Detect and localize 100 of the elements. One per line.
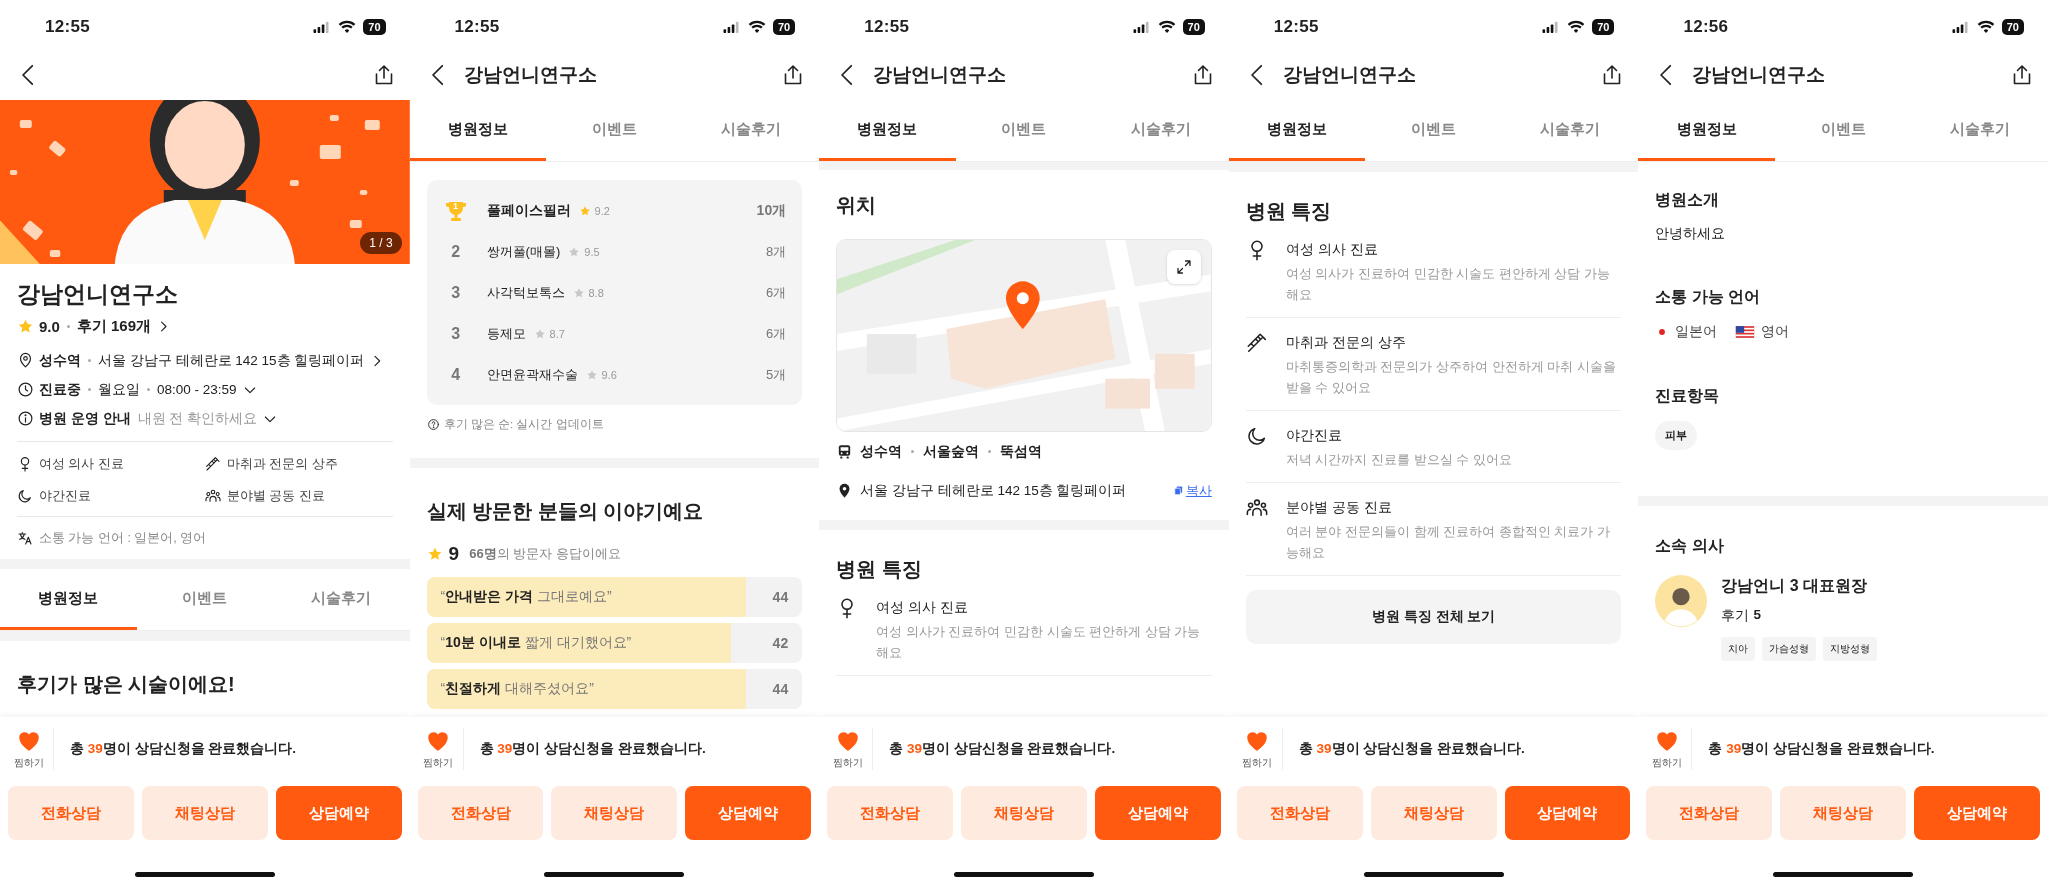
- response-count: 44: [772, 681, 789, 697]
- section-title: 위치: [836, 193, 878, 218]
- people-icon: [204, 488, 221, 504]
- info-value: 서울 강남구 테헤란로 142 15층 힐링페이퍼: [98, 351, 365, 370]
- respondents-text: 66명의 방문자 응답이에요: [469, 545, 621, 563]
- feature-title: 여성 의사 진료: [1285, 240, 1379, 259]
- page-title: 강남언니연구소: [1282, 63, 1416, 87]
- status-time: 12:55: [45, 17, 90, 37]
- moon-icon: [1245, 425, 1268, 447]
- star-icon: [426, 546, 443, 562]
- feature-description: 여성 의사가 진료하여 민감한 시술도 편안하게 상담 가능해요: [1285, 265, 1612, 304]
- copy-link[interactable]: 복사: [1172, 481, 1212, 500]
- consult-button[interactable]: 전화상담: [8, 786, 134, 840]
- page-title: 강남언니연구소: [873, 63, 1007, 87]
- feature-label: 마취과 전문의 상주: [226, 455, 338, 473]
- star-icon: [578, 204, 591, 217]
- section-title: 진료항목: [1655, 386, 1721, 406]
- status-time: 12:56: [1683, 17, 1729, 37]
- review-count: 10개: [756, 201, 787, 220]
- station-name: 뚝섬역: [1000, 442, 1043, 461]
- procedure-name[interactable]: 풀페이스필러: [486, 201, 571, 220]
- star-icon: [585, 368, 598, 381]
- specialty-tag: 지방성형: [1823, 637, 1878, 661]
- consult-button[interactable]: 상담예약: [1914, 786, 2040, 840]
- feature-label: 여성 의사 진료: [39, 455, 124, 473]
- doctor-name[interactable]: 강남언니 3 대표원장: [1721, 575, 1878, 597]
- station-name: 성수역: [860, 442, 903, 461]
- review-phrase: “친절하게 대해주셨어요”: [440, 680, 594, 698]
- image-counter: 1 / 3: [360, 232, 402, 254]
- consult-button[interactable]: 채팅상담: [1370, 786, 1497, 840]
- consult-button[interactable]: 전화상담: [1236, 786, 1363, 840]
- rank-number: 3: [450, 324, 462, 343]
- intro-text: 안녕하세요: [1655, 225, 1727, 243]
- battery-level: 70: [1182, 19, 1205, 35]
- review-count: 5개: [765, 365, 787, 384]
- procedure-score: 8.7: [549, 327, 565, 340]
- feature-title: 마취과 전문의 상주: [1285, 333, 1407, 352]
- consult-button[interactable]: 채팅상담: [1780, 786, 1907, 840]
- consult-button[interactable]: 채팅상담: [961, 786, 1087, 840]
- language-text: 소통 가능 언어 : 일본어, 영어: [39, 529, 207, 547]
- section-title: 병원 특징: [836, 557, 923, 582]
- rating-score: 9: [448, 543, 460, 565]
- consult-button[interactable]: 상담예약: [1094, 786, 1221, 840]
- star-icon: [533, 327, 546, 340]
- star-icon: [17, 317, 34, 335]
- like-button[interactable]: 찜하기: [10, 728, 54, 770]
- consult-button[interactable]: 채팅상담: [551, 786, 678, 840]
- expand-icon[interactable]: [1174, 258, 1193, 276]
- consult-count-text: 총 39명이 상담신청을 완료했습니다.: [70, 740, 297, 758]
- language-name: 영어: [1761, 323, 1790, 341]
- info-icon: [17, 410, 34, 427]
- consult-button[interactable]: 전화상담: [417, 786, 544, 840]
- response-count: 42: [772, 635, 789, 651]
- like-button[interactable]: 찜하기: [419, 728, 464, 770]
- reviews-link[interactable]: 후기 169개: [76, 316, 152, 336]
- section-title: 실제 방문한 분들의 이야기예요: [426, 499, 705, 524]
- section-title: 소통 가능 언어: [1655, 287, 1762, 307]
- procedure-name[interactable]: 등제모: [486, 324, 526, 343]
- like-button[interactable]: 찜하기: [1648, 728, 1693, 770]
- procedure-name[interactable]: 안면윤곽재수술: [486, 365, 578, 384]
- like-button[interactable]: 찜하기: [1238, 728, 1283, 770]
- procedure-score: 9.6: [601, 368, 617, 381]
- consult-button[interactable]: 전화상담: [1646, 786, 1773, 840]
- syringe-icon: [1245, 332, 1268, 354]
- consult-count-text: 총 39명이 상담신청을 완료했습니다.: [1708, 740, 1935, 758]
- review-count: 6개: [765, 324, 787, 343]
- feature-description: 여러 분야 전문의들이 함께 진료하여 종합적인 치료가 가능해요: [1285, 523, 1612, 562]
- avatar-icon: [1655, 575, 1708, 627]
- language-name: 일본어: [1675, 323, 1718, 341]
- clock-icon: [17, 381, 34, 398]
- consult-button[interactable]: 상담예약: [1504, 786, 1631, 840]
- sort-note: 후기 많은 순: 실시간 업데이트: [443, 417, 604, 432]
- station-name: 서울숲역: [923, 442, 980, 461]
- feature-description: 마취통증의학과 전문의가 상주하여 안전하게 마취 시술을 받을 수 있어요: [1285, 358, 1617, 397]
- specialty-tag: 치아: [1721, 637, 1756, 661]
- procedure-score: 9.2: [594, 204, 610, 217]
- consult-button[interactable]: 상담예약: [685, 786, 812, 840]
- rank-number: 4: [450, 365, 462, 384]
- rank-number: 2: [450, 242, 462, 261]
- category-chip: 피부: [1655, 421, 1698, 450]
- rank-number: 1: [452, 200, 460, 211]
- battery-level: 70: [1592, 19, 1615, 35]
- consult-button[interactable]: 상담예약: [275, 786, 402, 840]
- page-title: 강남언니연구소: [1692, 63, 1826, 87]
- info-label: 병원 운영 안내: [39, 409, 131, 428]
- specialty-tag: 가슴성형: [1762, 637, 1817, 661]
- consult-button[interactable]: 전화상담: [827, 786, 954, 840]
- consult-button[interactable]: 채팅상담: [141, 786, 268, 840]
- feature-label: 분야별 공동 진료: [226, 487, 325, 505]
- feature-title: 여성 의사 진료: [876, 598, 969, 617]
- info-label: 진료중: [39, 380, 81, 399]
- section-title: 후기가 많은 시술이에요!: [17, 672, 236, 697]
- like-button[interactable]: 찜하기: [829, 728, 874, 770]
- info-value: 월요일: [98, 380, 140, 399]
- procedure-name[interactable]: 사각턱보톡스: [486, 283, 565, 302]
- view-all-button[interactable]: 병원 특징 전체 보기: [1245, 590, 1622, 644]
- response-count: 44: [772, 589, 789, 605]
- procedure-score: 8.8: [588, 286, 604, 299]
- section-title: 소속 의사: [1655, 536, 1725, 556]
- procedure-name[interactable]: 쌍꺼풀(매몰): [486, 242, 561, 261]
